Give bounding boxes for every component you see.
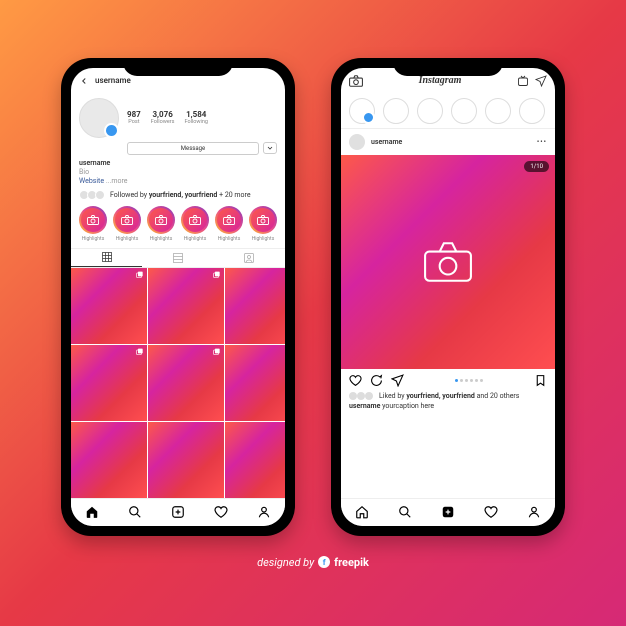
- mutual-followers[interactable]: Followed by yourfriend, yourfriend + 20 …: [71, 190, 285, 206]
- attribution: designed by f freepik: [257, 556, 369, 569]
- highlight-item[interactable]: Highlights: [249, 206, 277, 242]
- tab-grid[interactable]: [71, 249, 142, 267]
- multi-post-icon: [136, 348, 144, 356]
- post-username[interactable]: username: [371, 138, 402, 146]
- grid-post[interactable]: [225, 422, 285, 498]
- stat-following[interactable]: 1,584 Following: [184, 110, 208, 125]
- carousel-counter: 1/10: [524, 161, 549, 172]
- story-item[interactable]: [451, 98, 477, 124]
- profile-bio: username Bio Website ...more: [71, 159, 285, 190]
- bottom-nav: [71, 498, 285, 526]
- posts-grid: [71, 268, 285, 498]
- nav-home-icon[interactable]: [355, 505, 369, 519]
- suggest-button[interactable]: [263, 142, 277, 154]
- nav-profile-icon[interactable]: [257, 505, 271, 519]
- highlight-item[interactable]: Highlights: [181, 206, 209, 242]
- phone-feed: Instagram username ••• 1/10 Liked by you…: [331, 58, 565, 536]
- post-avatar[interactable]: [349, 134, 365, 150]
- tab-tagged[interactable]: [214, 249, 285, 267]
- tab-feed[interactable]: [142, 249, 213, 267]
- multi-post-icon: [213, 271, 221, 279]
- camera-icon[interactable]: [349, 75, 363, 87]
- profile-username: username: [95, 76, 131, 85]
- like-icon[interactable]: [349, 374, 362, 387]
- bottom-nav: [341, 498, 555, 526]
- post-options-icon[interactable]: •••: [537, 138, 547, 146]
- nav-search-icon[interactable]: [398, 505, 412, 519]
- nav-add-icon[interactable]: [441, 505, 455, 519]
- grid-post[interactable]: [148, 345, 224, 421]
- profile-tabs: [71, 248, 285, 268]
- nav-profile-icon[interactable]: [527, 505, 541, 519]
- carousel-dots: [412, 379, 526, 382]
- multi-post-icon: [213, 348, 221, 356]
- grid-post[interactable]: [148, 268, 224, 344]
- highlight-item[interactable]: Highlights: [79, 206, 107, 242]
- grid-post[interactable]: [225, 345, 285, 421]
- nav-search-icon[interactable]: [128, 505, 142, 519]
- highlight-item[interactable]: Highlights: [147, 206, 175, 242]
- back-icon[interactable]: [79, 76, 89, 86]
- multi-post-icon: [136, 271, 144, 279]
- post-actions: [341, 369, 555, 392]
- app-logo: Instagram: [419, 75, 462, 86]
- grid-post[interactable]: [71, 422, 147, 498]
- camera-icon: [423, 241, 473, 283]
- grid-post[interactable]: [148, 422, 224, 498]
- post-header: username •••: [341, 129, 555, 155]
- story-item[interactable]: [383, 98, 409, 124]
- comment-icon[interactable]: [370, 374, 383, 387]
- nav-add-icon[interactable]: [171, 505, 185, 519]
- story-item[interactable]: [519, 98, 545, 124]
- highlight-item[interactable]: Highlights: [215, 206, 243, 242]
- grid-post[interactable]: [71, 268, 147, 344]
- freepik-logo-icon: f: [318, 556, 330, 568]
- share-icon[interactable]: [391, 374, 404, 387]
- profile-stats: 987 Post 3,076 Followers 1,584 Following: [127, 110, 208, 125]
- post-image[interactable]: 1/10: [341, 155, 555, 369]
- stat-posts[interactable]: 987 Post: [127, 110, 141, 125]
- highlights-tray: Highlights Highlights Highlights Highlig…: [71, 206, 285, 248]
- phone-profile: username 987 Post 3,076 Followers 1,584 …: [61, 58, 295, 536]
- grid-post[interactable]: [71, 345, 147, 421]
- grid-post[interactable]: [225, 268, 285, 344]
- story-own[interactable]: [349, 98, 375, 124]
- dm-icon[interactable]: [535, 75, 547, 87]
- post-caption: username yourcaption here: [341, 402, 555, 415]
- liked-by[interactable]: Liked by yourfriend, yourfriend and 20 o…: [341, 392, 555, 402]
- stat-followers[interactable]: 3,076 Followers: [151, 110, 175, 125]
- nav-heart-icon[interactable]: [214, 505, 228, 519]
- bookmark-icon[interactable]: [534, 374, 547, 387]
- message-button[interactable]: Message: [127, 142, 259, 155]
- story-item[interactable]: [417, 98, 443, 124]
- highlight-item[interactable]: Highlights: [113, 206, 141, 242]
- story-item[interactable]: [485, 98, 511, 124]
- nav-home-icon[interactable]: [85, 505, 99, 519]
- profile-avatar[interactable]: [79, 98, 119, 138]
- stories-tray: [341, 94, 555, 129]
- igtv-icon[interactable]: [517, 75, 529, 87]
- nav-heart-icon[interactable]: [484, 505, 498, 519]
